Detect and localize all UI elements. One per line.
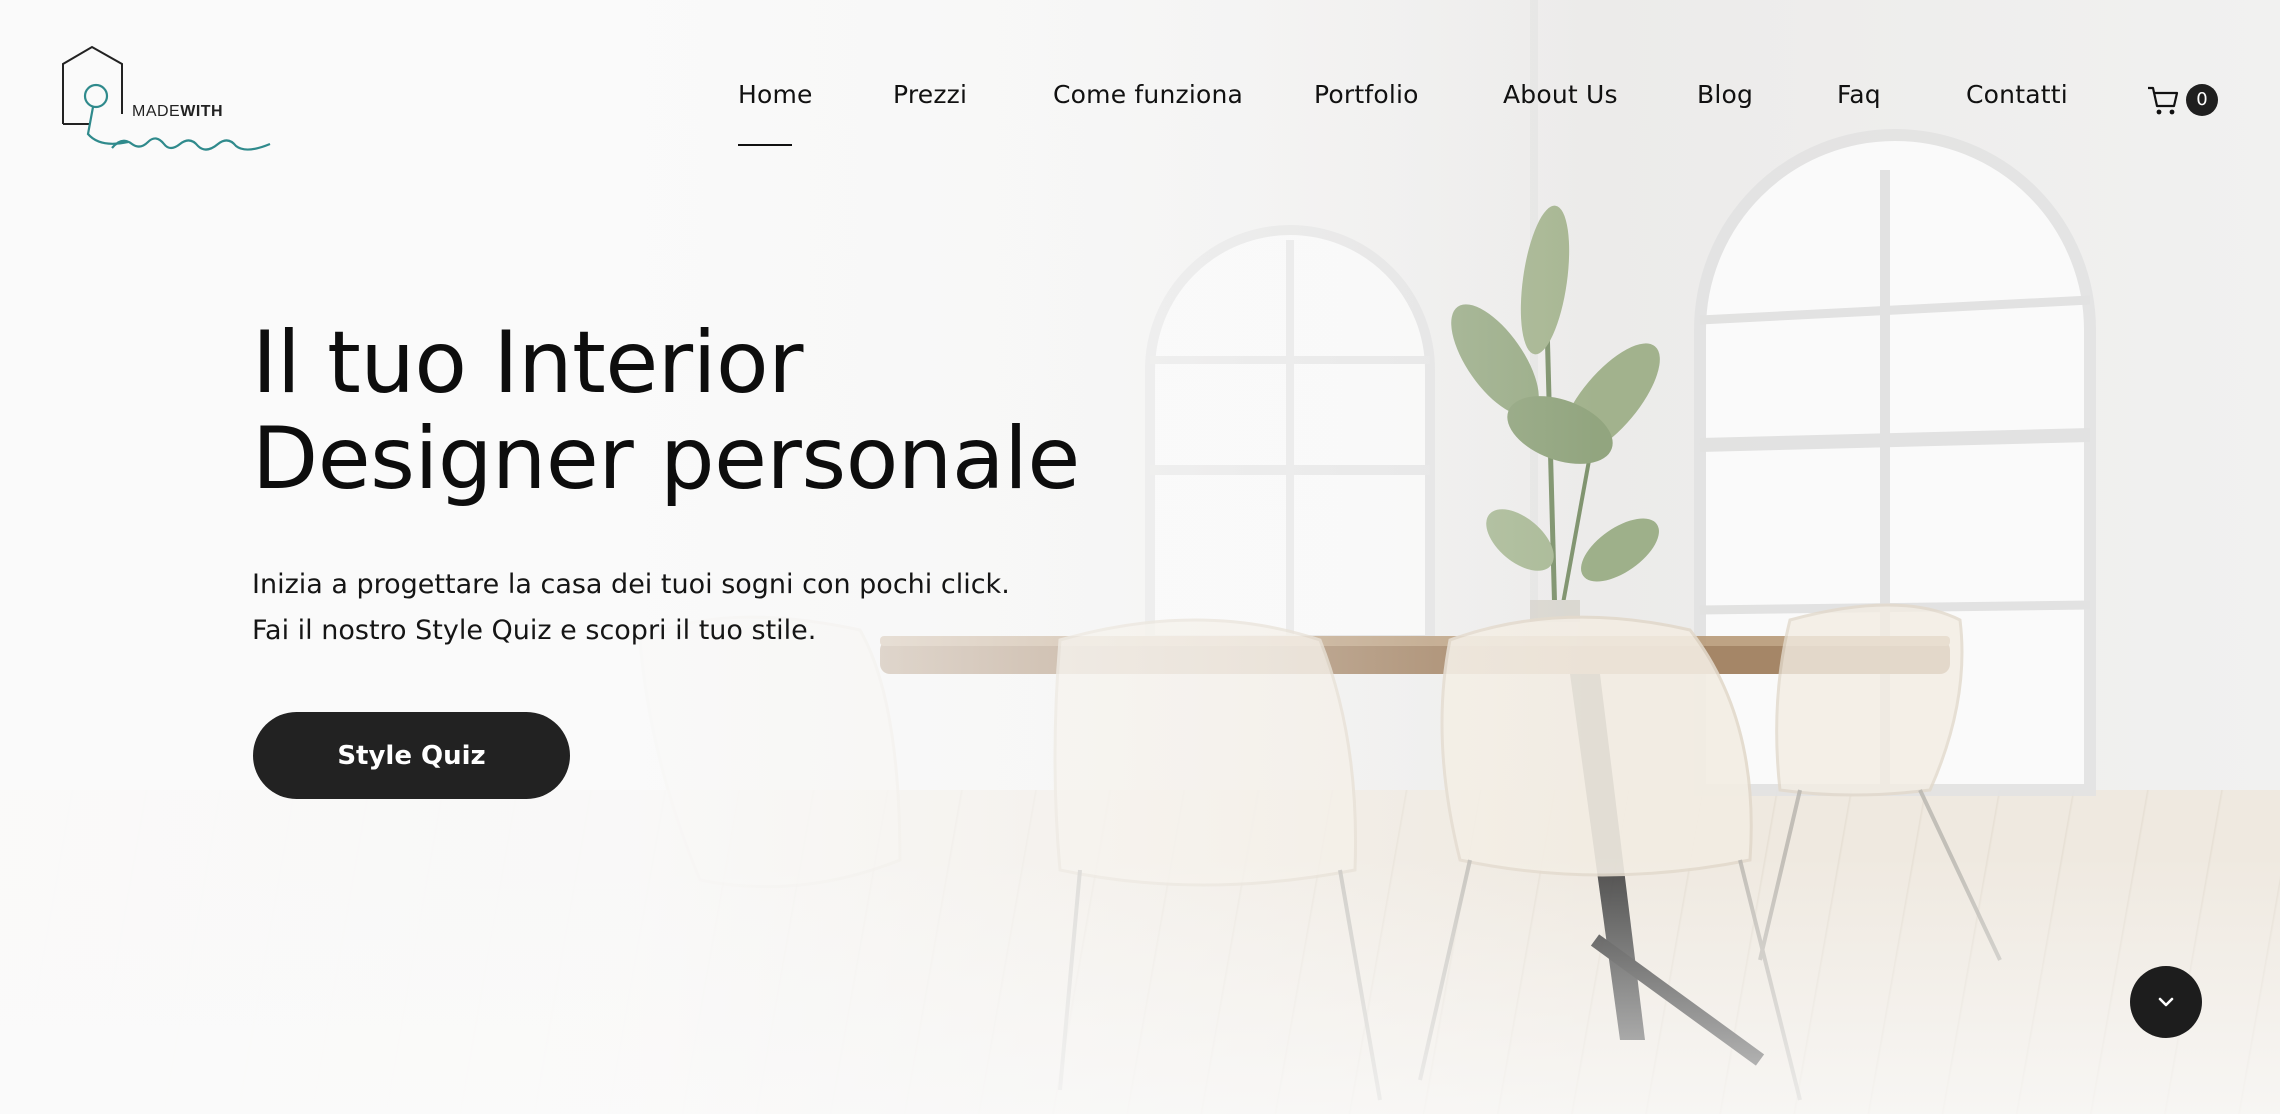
hero-title-line-1: Il tuo Interior <box>252 313 803 413</box>
nav-item-come-funziona[interactable]: Come funziona <box>1053 80 1243 109</box>
style-quiz-button[interactable]: Style Quiz <box>253 712 570 799</box>
hero-subtitle-line-1: Inizia a progettare la casa dei tuoi sog… <box>252 569 1010 600</box>
nav-item-blog[interactable]: Blog <box>1697 80 1753 109</box>
active-nav-indicator <box>738 144 792 146</box>
hero-subtitle: Inizia a progettare la casa dei tuoi sog… <box>252 562 1010 654</box>
nav-item-prezzi[interactable]: Prezzi <box>893 80 967 109</box>
chevron-down-icon <box>2158 997 2174 1007</box>
overlay-fade-bottom <box>0 854 2280 1114</box>
hero-background-image <box>0 0 2280 1114</box>
scroll-down-button[interactable] <box>2130 966 2202 1038</box>
nav-item-contatti[interactable]: Contatti <box>1966 80 2068 109</box>
nav-item-home[interactable]: Home <box>738 80 813 109</box>
hero-subtitle-line-2: Fai il nostro Style Quiz e scopri il tuo… <box>252 615 817 646</box>
nav-item-faq[interactable]: Faq <box>1837 80 1881 109</box>
hero-title-line-2: Designer personale <box>252 409 1080 509</box>
nav-item-about-us[interactable]: About Us <box>1503 80 1618 109</box>
main-navigation: Home Prezzi Come funziona Portfolio Abou… <box>0 80 2280 120</box>
hero-title: Il tuo Interior Designer personale <box>252 315 1080 507</box>
shopping-cart-icon[interactable] <box>2146 84 2180 118</box>
cart-count-badge: 0 <box>2186 84 2218 116</box>
nav-item-portfolio[interactable]: Portfolio <box>1314 80 1419 109</box>
